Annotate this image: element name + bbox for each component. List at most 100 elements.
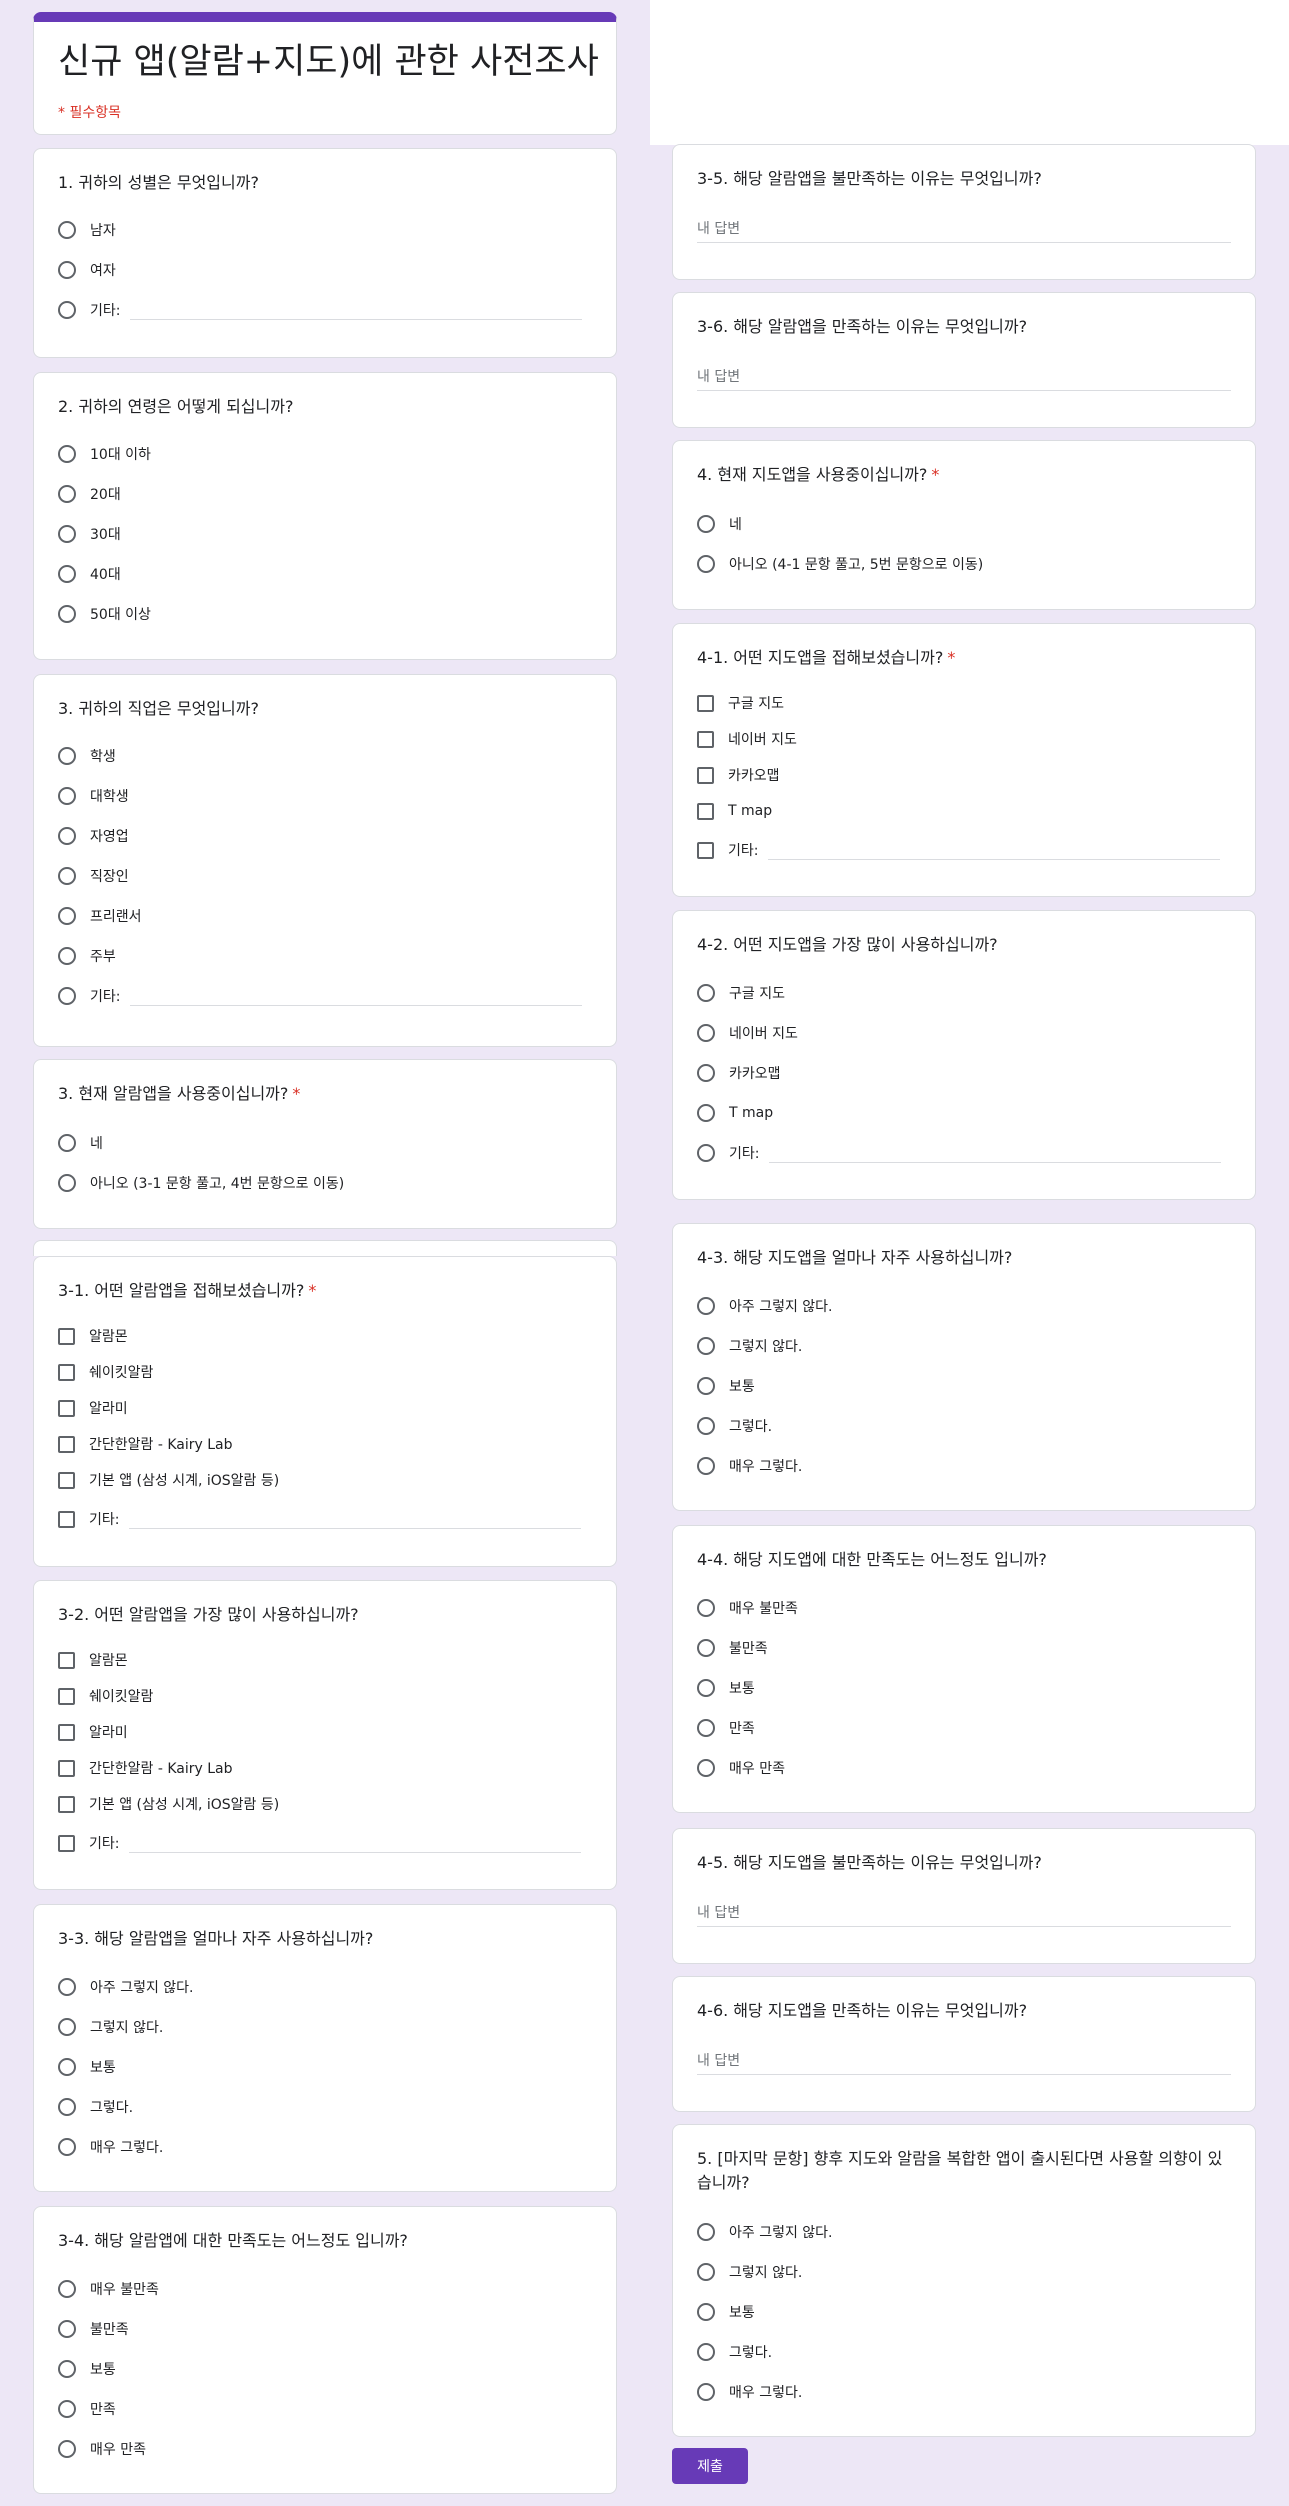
radio-button[interactable] — [58, 2400, 76, 2418]
radio-button[interactable] — [58, 2360, 76, 2378]
radio-option[interactable]: 30대 — [58, 523, 121, 545]
checkbox-option[interactable]: 카카오맵 — [697, 764, 780, 786]
checkbox[interactable] — [58, 1759, 75, 1777]
radio-option-other[interactable]: 기타: — [697, 1142, 1222, 1164]
checkbox-option-other[interactable]: 기타: — [58, 1508, 582, 1530]
other-text-field[interactable] — [768, 841, 1221, 860]
radio-button[interactable] — [697, 1417, 715, 1435]
radio-option[interactable]: 매우 불만족 — [58, 2278, 159, 2300]
radio-option[interactable]: 카카오맵 — [697, 1062, 781, 1084]
short-answer-input[interactable] — [697, 1900, 1231, 1927]
checkbox-option[interactable]: 네이버 지도 — [697, 728, 797, 750]
radio-option[interactable]: 보통 — [58, 2056, 116, 2078]
radio-option[interactable]: 여자 — [58, 259, 116, 281]
checkbox[interactable] — [697, 694, 714, 712]
radio-button[interactable] — [58, 261, 76, 279]
radio-option[interactable]: 그렇다. — [697, 2341, 772, 2363]
radio-button[interactable] — [58, 1978, 76, 1996]
radio-button[interactable] — [697, 515, 715, 533]
radio-button[interactable] — [697, 2223, 715, 2241]
radio-button[interactable] — [58, 907, 76, 925]
checkbox-option-other[interactable]: 기타: — [697, 839, 1221, 861]
radio-option[interactable]: 자영업 — [58, 825, 129, 847]
radio-option[interactable]: 50대 이상 — [58, 603, 151, 625]
radio-option-other[interactable]: 기타: — [58, 299, 583, 321]
radio-button[interactable] — [697, 1759, 715, 1777]
radio-button[interactable] — [697, 1144, 715, 1162]
radio-option[interactable]: 그렇지 않다. — [58, 2016, 163, 2038]
checkbox-option[interactable]: 알라미 — [58, 1721, 128, 1743]
short-answer-input[interactable] — [697, 216, 1231, 243]
radio-option[interactable]: 주부 — [58, 945, 116, 967]
radio-option[interactable]: 대학생 — [58, 785, 129, 807]
radio-option[interactable]: 직장인 — [58, 865, 129, 887]
radio-option[interactable]: 20대 — [58, 483, 121, 505]
other-text-field[interactable] — [130, 301, 583, 320]
radio-button[interactable] — [58, 605, 76, 623]
radio-button[interactable] — [58, 747, 76, 765]
radio-option[interactable]: 10대 이하 — [58, 443, 151, 465]
radio-option[interactable]: 매우 만족 — [58, 2438, 146, 2460]
radio-button[interactable] — [58, 987, 76, 1005]
radio-button[interactable] — [58, 301, 76, 319]
radio-option[interactable]: 만족 — [58, 2398, 116, 2420]
other-text-field[interactable] — [769, 1144, 1222, 1163]
checkbox[interactable] — [58, 1651, 75, 1669]
radio-option[interactable]: 그렇지 않다. — [697, 2261, 802, 2283]
radio-option[interactable]: 그렇다. — [58, 2096, 133, 2118]
checkbox-option[interactable]: 구글 지도 — [697, 692, 784, 714]
checkbox-option[interactable]: 알람몬 — [58, 1325, 128, 1347]
radio-option[interactable]: 네이버 지도 — [697, 1022, 798, 1044]
radio-button[interactable] — [697, 1297, 715, 1315]
radio-button[interactable] — [697, 1599, 715, 1617]
checkbox[interactable] — [58, 1510, 75, 1528]
radio-option[interactable]: 보통 — [697, 1375, 755, 1397]
short-answer-input[interactable] — [697, 364, 1231, 391]
checkbox[interactable] — [58, 1363, 75, 1381]
radio-option[interactable]: 불만족 — [697, 1637, 768, 1659]
radio-option[interactable]: T map — [697, 1102, 773, 1124]
radio-button[interactable] — [697, 2263, 715, 2281]
radio-option[interactable]: 매우 불만족 — [697, 1597, 798, 1619]
checkbox-option[interactable]: 기본 앱 (삼성 시계, iOS알람 등) — [58, 1469, 279, 1491]
radio-option[interactable]: 40대 — [58, 563, 121, 585]
checkbox[interactable] — [697, 766, 714, 784]
radio-button[interactable] — [58, 827, 76, 845]
radio-option[interactable]: 아주 그렇지 않다. — [697, 2221, 833, 2243]
radio-button[interactable] — [697, 1024, 715, 1042]
checkbox-option[interactable]: 알람몬 — [58, 1649, 128, 1671]
radio-button[interactable] — [58, 2320, 76, 2338]
radio-option[interactable]: 매우 만족 — [697, 1757, 785, 1779]
other-text-field[interactable] — [129, 1834, 582, 1853]
checkbox-option[interactable]: 기본 앱 (삼성 시계, iOS알람 등) — [58, 1793, 279, 1815]
radio-option[interactable]: 매우 그렇다. — [58, 2136, 163, 2158]
radio-button[interactable] — [697, 1457, 715, 1475]
checkbox-option[interactable]: 알라미 — [58, 1397, 128, 1419]
radio-button[interactable] — [58, 525, 76, 543]
radio-option[interactable]: 아니오 (3-1 문항 풀고, 4번 문항으로 이동) — [58, 1172, 344, 1194]
radio-option[interactable]: 만족 — [697, 1717, 755, 1739]
radio-option[interactable]: 아주 그렇지 않다. — [697, 1295, 833, 1317]
radio-option[interactable]: 아주 그렇지 않다. — [58, 1976, 194, 1998]
checkbox[interactable] — [58, 1723, 75, 1741]
radio-button[interactable] — [58, 2058, 76, 2076]
radio-button[interactable] — [697, 1337, 715, 1355]
radio-button[interactable] — [697, 555, 715, 573]
other-text-field[interactable] — [130, 987, 583, 1006]
checkbox[interactable] — [697, 730, 714, 748]
checkbox[interactable] — [58, 1687, 75, 1705]
radio-option[interactable]: 아니오 (4-1 문항 풀고, 5번 문항으로 이동) — [697, 553, 983, 575]
radio-button[interactable] — [58, 867, 76, 885]
radio-button[interactable] — [697, 2383, 715, 2401]
radio-button[interactable] — [697, 1679, 715, 1697]
checkbox[interactable] — [58, 1795, 75, 1813]
radio-button[interactable] — [58, 2138, 76, 2156]
checkbox-option[interactable]: T map — [697, 800, 772, 822]
radio-button[interactable] — [58, 2440, 76, 2458]
radio-option[interactable]: 네 — [58, 1132, 103, 1154]
radio-option[interactable]: 구글 지도 — [697, 982, 785, 1004]
radio-option[interactable]: 프리랜서 — [58, 905, 142, 927]
radio-button[interactable] — [697, 1377, 715, 1395]
checkbox[interactable] — [58, 1327, 75, 1345]
radio-button[interactable] — [697, 984, 715, 1002]
